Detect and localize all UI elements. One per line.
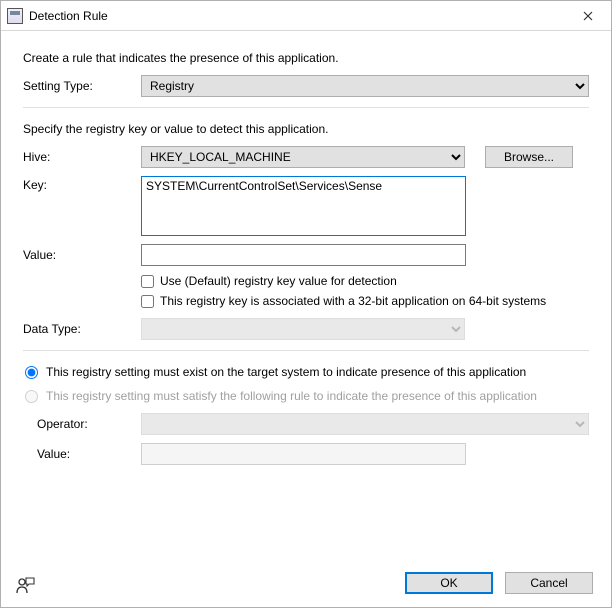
window-title: Detection Rule bbox=[29, 9, 565, 23]
radio-must-exist[interactable] bbox=[25, 366, 38, 379]
browse-button[interactable]: Browse... bbox=[485, 146, 573, 168]
value-input[interactable] bbox=[141, 244, 466, 266]
data-type-select bbox=[141, 318, 465, 340]
rule-value-label: Value: bbox=[37, 447, 141, 461]
close-button[interactable] bbox=[565, 1, 611, 31]
use-default-checkbox[interactable] bbox=[141, 275, 154, 288]
operator-select bbox=[141, 413, 589, 435]
data-type-label: Data Type: bbox=[23, 322, 141, 336]
cancel-button[interactable]: Cancel bbox=[505, 572, 593, 594]
close-icon bbox=[583, 11, 593, 21]
app-icon bbox=[7, 8, 23, 24]
32bit-checkbox[interactable] bbox=[141, 295, 154, 308]
intro-text: Create a rule that indicates the presenc… bbox=[23, 51, 589, 65]
separator-2 bbox=[23, 350, 589, 351]
key-input[interactable]: SYSTEM\CurrentControlSet\Services\Sense bbox=[141, 176, 466, 236]
rule-value-input bbox=[141, 443, 466, 465]
setting-type-select[interactable]: Registry bbox=[141, 75, 589, 97]
person-chat-icon[interactable] bbox=[15, 575, 35, 595]
setting-type-label: Setting Type: bbox=[23, 79, 141, 93]
radio-must-satisfy bbox=[25, 390, 38, 403]
hive-label: Hive: bbox=[23, 150, 141, 164]
separator-1 bbox=[23, 107, 589, 108]
value-label: Value: bbox=[23, 248, 141, 262]
titlebar: Detection Rule bbox=[1, 1, 611, 31]
radio-must-satisfy-label: This registry setting must satisfy the f… bbox=[46, 389, 537, 403]
ok-button[interactable]: OK bbox=[405, 572, 493, 594]
use-default-label: Use (Default) registry key value for det… bbox=[160, 274, 397, 288]
radio-must-exist-label: This registry setting must exist on the … bbox=[46, 365, 526, 379]
instruction-text: Specify the registry key or value to det… bbox=[23, 122, 589, 136]
footer: OK Cancel bbox=[1, 559, 611, 607]
hive-select[interactable]: HKEY_LOCAL_MACHINE bbox=[141, 146, 465, 168]
32bit-label: This registry key is associated with a 3… bbox=[160, 294, 546, 308]
operator-label: Operator: bbox=[37, 417, 141, 431]
key-label: Key: bbox=[23, 176, 141, 192]
